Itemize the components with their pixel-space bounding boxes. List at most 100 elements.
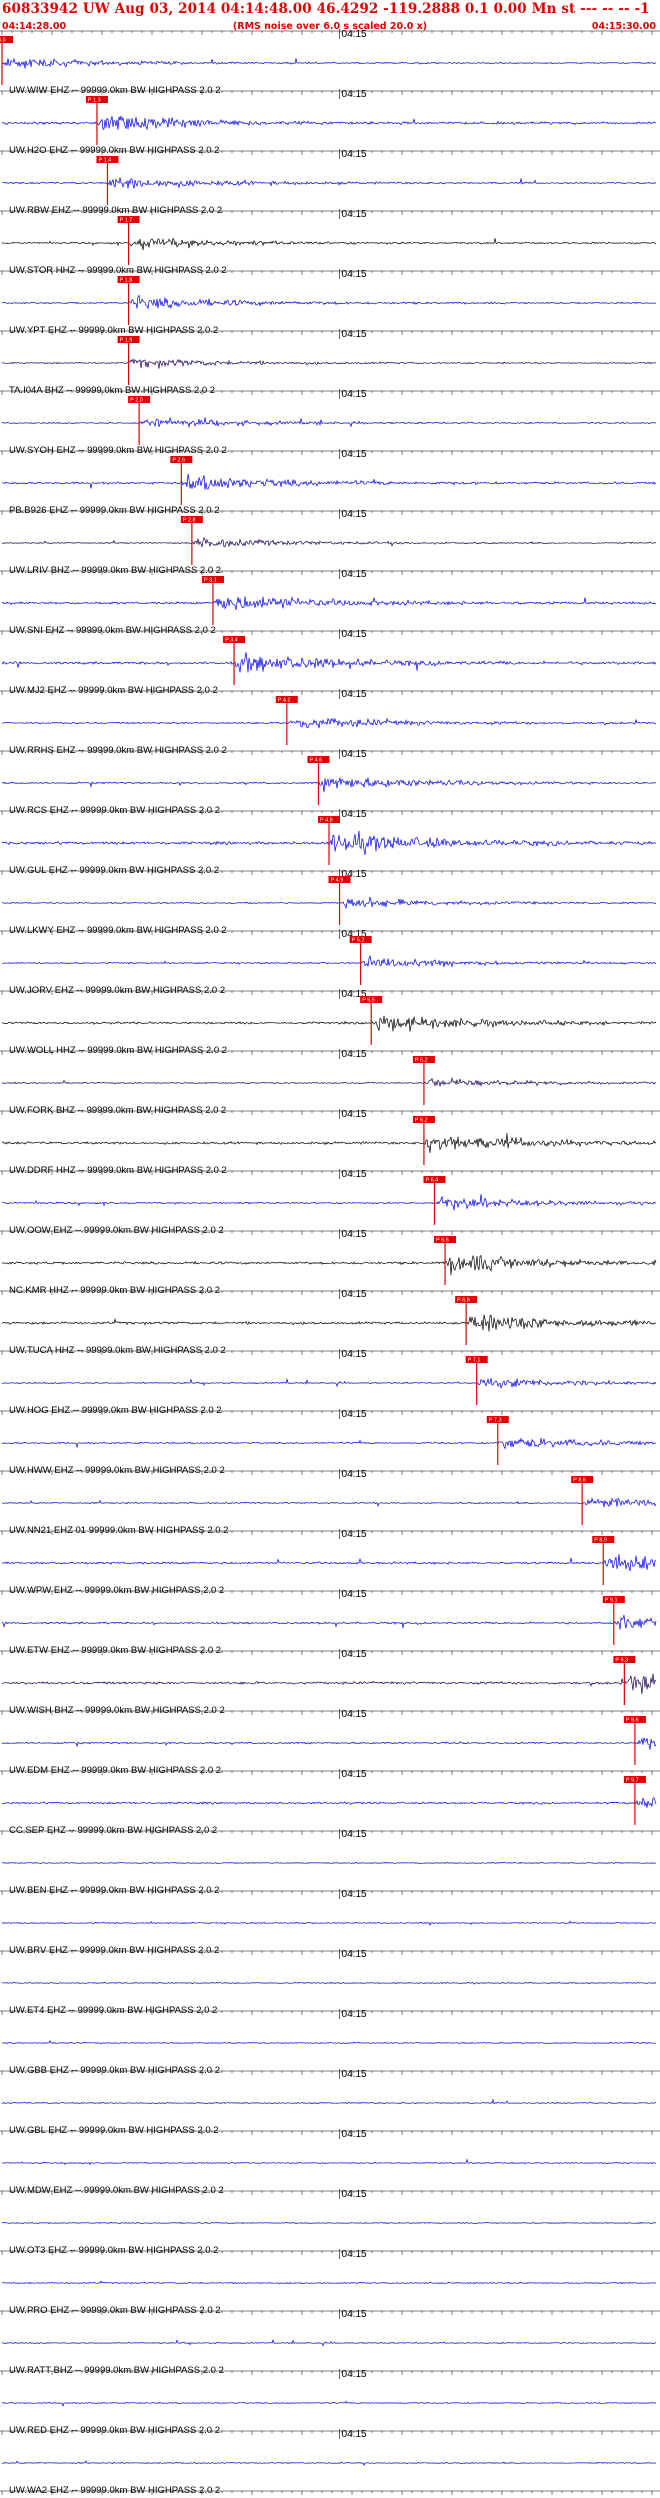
waveform-line: [1, 2040, 657, 2045]
minute-label: 04:15: [342, 2429, 367, 2440]
trace-row: 04:15P 5.5UW.WOLL HHZ -- 99999.0km BW HI…: [1, 989, 657, 1056]
channel-label: UW.WOLL HHZ -- 99999.0km BW HIGHPASS 2.0…: [9, 1045, 227, 1056]
minute-label: 04:15: [342, 1529, 367, 1540]
waveform-line: [1, 2460, 657, 2467]
pick-label: P 6.8: [457, 1298, 470, 1304]
channel-label: UW.FORK BHZ -- 99999.0km BW HIGHPASS 2.0…: [9, 1105, 226, 1116]
trace-row: 04:15 UW.BEN EHZ -- 99999.0km BW HIGHPASS…: [1, 1829, 657, 1896]
pick-label: P 1.3: [88, 98, 101, 104]
channel-label: UW.YPT EHZ -- 99999.0km BW HIGHPASS 2.0 …: [9, 325, 218, 336]
waveform-line: [1, 1861, 657, 1865]
trace-row: 04:15 P 2.6 PB.B926 EHZ -- 99999.0km BW HI…: [1, 449, 657, 516]
pick-label: P 1.4: [98, 158, 111, 164]
channel-label: UW.STOR HHZ -- 99999.0km BW HIGHPASS 2.0…: [9, 265, 227, 276]
pick-label: P 7.1: [468, 1358, 481, 1364]
trace-row: 04:15 P 6.6 NC.KMR HHZ -- 99999.0km BW HIG…: [2, 1229, 657, 1296]
waveform-line: [1, 777, 657, 793]
waveform-line: [1, 416, 657, 428]
waveform-line: [1, 2158, 657, 2166]
channel-label: UW.GUL EHZ -- 99999.0km BW HIGHPASS 2.0 …: [9, 865, 219, 876]
trace-row: 04:15 P 4.2 UW.RRHS EHZ -- 99999.0km BW HI…: [1, 689, 657, 756]
channel-label: UW.RRHS EHZ -- 99999.0km BW HIGHPASS 2.0…: [9, 745, 227, 756]
channel-label: UW.RATT BHZ -- 99999.0km BW HIGHPASS 2.0…: [9, 2365, 224, 2376]
channel-label: UW.MJ2 EHZ -- 99999.0km BW HIGHPASS 2.0 …: [9, 685, 218, 696]
waveform-line: [1, 357, 657, 369]
channel-label: UW.WA2 EHZ -- 99999.0km BW HIGHPASS 2.0 …: [9, 2485, 220, 2496]
channel-label: UW.EDM EHZ -- 99999.0km BW HIGHPASS 2.0 …: [9, 1765, 221, 1776]
trace-row: 04:15 P 2.8 UW.LRIV BHZ -- 99999.0km BW HI…: [1, 509, 657, 576]
trace-row: 04:15 UW.WA2 EHZ -- 99999.0km BW HIGHPASS…: [1, 2429, 657, 2496]
pick-label: P 8.9: [594, 1538, 607, 1544]
waveform-line: [1, 473, 657, 490]
minute-label: 04:15: [342, 509, 367, 520]
waveform-line: [1, 536, 657, 548]
pick-label: P 3.4: [225, 638, 238, 644]
trace-row: 04:15 UW.RED EHZ -- 99999.0km BW HIGHPASS…: [1, 2369, 657, 2436]
trace-row: 04:15 UW.BRV EHZ -- 99999.0km BW HIGHPASS…: [1, 1889, 657, 1956]
minute-label: 04:15: [342, 689, 367, 700]
minute-label: 04:15: [342, 569, 367, 580]
minute-label: 04:15: [342, 749, 367, 760]
minute-label: 04:15: [342, 1409, 367, 1420]
channel-label: NC.KMR HHZ -- 99999.0km BW HIGHPASS 2.0 …: [9, 1285, 220, 1296]
waveform-line: [1, 1314, 657, 1332]
waveform-line: [1, 1437, 657, 1450]
pick-label: P 9.3: [615, 1658, 628, 1664]
minute-label: 04:15: [342, 1229, 367, 1240]
channel-label: UW.NN21 EHZ 01 99999.0km BW HIGHPASS 2.0…: [9, 1525, 228, 1536]
channel-label: UW.HOG EHZ -- 99999.0km BW HIGHPASS 2.0 …: [9, 1405, 222, 1416]
pick-label: P 7.3: [489, 1418, 502, 1424]
waveform-line: [1, 717, 657, 729]
pick-label: P 6.6: [436, 1238, 449, 1244]
trace-row: 04:15 P 6.4 UW.OOW EHZ -- 99999.0km BW HIG…: [2, 1169, 657, 1236]
trace-row: 04:15 P 4.8 UW.GUL EHZ -- 99999.0km BW HIG…: [1, 809, 657, 876]
minute-label: 04:15: [342, 269, 367, 280]
waveform-line: [1, 2098, 657, 2105]
waveform-line: [1, 1132, 657, 1153]
minute-label: 04:15: [342, 1349, 367, 1360]
minute-label: 04:15: [342, 1829, 367, 1840]
pick-label: P 2.8: [183, 518, 196, 524]
channel-label: UW.ET4 EHZ -- 99999.0km BW HIGHPASS 2.0 …: [9, 2005, 217, 2016]
trace-row: 04:15P 5.2UW.JORV EHZ -- 99999.0km BW HI…: [1, 929, 657, 996]
waveform-line: [1, 2221, 657, 2225]
waveform-line: [2, 294, 657, 310]
trace-row: 04:15 UW.OT3 EHZ -- 99999.0km BW HIGHPASS…: [1, 2189, 657, 2256]
pick-label: P 2.0: [130, 398, 143, 404]
minute-label: 04:15: [342, 1709, 367, 1720]
minute-label: 04:15: [342, 209, 367, 220]
channel-label: UW.LKWY EHZ -- 99999.0km BW HIGHPASS 2.0…: [9, 925, 227, 936]
waveform-line: [1, 1920, 657, 1926]
minute-label: 04:15: [342, 1109, 367, 1120]
waveform-line: [2, 177, 657, 189]
minute-label: 04:15: [342, 449, 367, 460]
minute-label: 04:15: [342, 2129, 367, 2140]
channel-label: TA.I04A BHZ -- 99999.0km BW HIGHPASS 2.0…: [9, 385, 215, 396]
trace-row: 04:15 P 0.0 UW.WIW EHZ -- 99999.0km BW HIG…: [0, 29, 657, 96]
channel-label: CC.SEP EHZ -- 99999.0km BW HIGHPASS 2.0 …: [9, 1825, 217, 1836]
trace-row: 04:15 P 1.4 UW.RBW EHZ -- 99999.0km BW HIG…: [2, 149, 657, 216]
trace-row: 04:15 UW.MDW EHZ -- 99999.0km BW HIGHPASS…: [1, 2129, 657, 2196]
minute-label: 04:15: [342, 389, 367, 400]
trace-row: 04:15 UW.ET4 EHZ -- 99999.0km BW HIGHPASS…: [1, 1949, 657, 2016]
trace-row: 04:15 UW.RATT BHZ -- 99999.0km BW HIGHPAS…: [1, 2309, 657, 2376]
pick-label: P 4.2: [278, 698, 291, 704]
pick-label: P 2.6: [172, 458, 185, 464]
minute-label: 04:15: [342, 2309, 367, 2320]
minute-label: 04:15: [342, 1589, 367, 1600]
waveform-line: [1, 1377, 657, 1389]
channel-label: UW.BEN EHZ -- 99999.0km BW HIGHPASS 2.0 …: [9, 1885, 219, 1896]
channel-label: UW.SYOH EHZ -- 99999.0km BW HIGHPASS 2.0…: [9, 445, 227, 456]
waveform-line: [1, 596, 657, 610]
channel-label: UW.OOW EHZ -- 99999.0km BW HIGHPASS 2.0 …: [9, 1225, 224, 1236]
channel-label: UW.GBL EHZ -- 99999.0km BW HIGHPASS 2.0 …: [9, 2125, 219, 2136]
waveform-line: [1, 1614, 657, 1630]
waveform-line: [1, 1981, 657, 1985]
waveform-line: [1, 1737, 657, 1750]
trace-row: 04:15 P 7.3 UW.HWW EHZ -- 99999.0km BW HIG…: [1, 1409, 657, 1476]
minute-label: 04:15: [342, 2249, 367, 2260]
pick-label: P 5.2: [352, 938, 365, 944]
minute-label: 04:15: [342, 2069, 367, 2080]
minute-label: 04:15: [342, 2189, 367, 2200]
trace-row: 04:15 P 1.3 UW.H2O EHZ -- 99999.0km BW HIG…: [1, 89, 657, 156]
